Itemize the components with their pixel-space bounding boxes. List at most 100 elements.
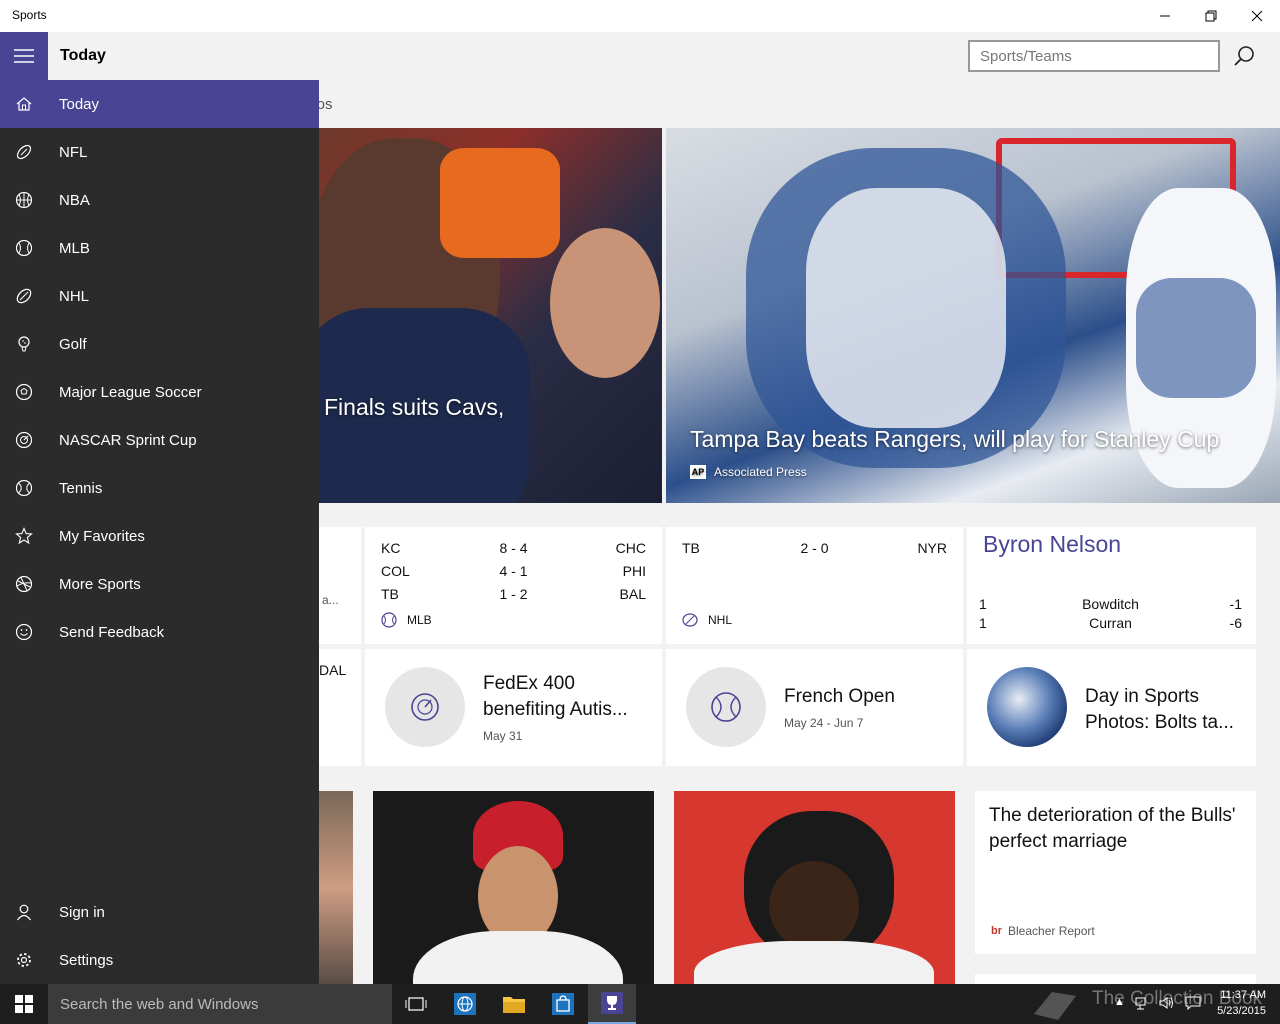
nav-item-more-sports[interactable]: More Sports [0, 560, 319, 608]
nav-item-nascar[interactable]: NASCAR Sprint Cup [0, 416, 319, 464]
close-button[interactable] [1234, 0, 1280, 32]
hero-source: AP Associated Press [690, 465, 807, 479]
soccer-icon [0, 368, 48, 416]
person-icon [0, 888, 48, 936]
player-name: Curran [1089, 615, 1132, 631]
folder-icon [503, 997, 525, 1013]
article-card-bulls[interactable]: The deterioration of the Bulls' perfect … [975, 791, 1256, 954]
score: 2 - 0 [800, 540, 829, 556]
store-icon [552, 993, 574, 1015]
search-input[interactable] [968, 40, 1220, 72]
nav-item-label: Send Feedback [59, 623, 165, 641]
page-title: Today [60, 47, 106, 64]
nav-item-label: Golf [59, 335, 87, 353]
nav-item-label: NBA [59, 191, 90, 209]
hero-source-label: Associated Press [714, 465, 807, 479]
minimize-button[interactable] [1142, 0, 1188, 32]
ap-logo: AP [690, 465, 706, 479]
event-title: Day in Sports Photos: Bolts ta... [1085, 686, 1234, 733]
hamburger-button[interactable] [0, 32, 48, 80]
sports-taskbar-button[interactable] [588, 984, 636, 1024]
clock-date: 5/23/2015 [1217, 1005, 1266, 1017]
article-card-next[interactable] [975, 974, 1256, 984]
nav-item-mls[interactable]: Major League Soccer [0, 368, 319, 416]
leaderboard-row: 1 Bowditch -1 [979, 596, 1242, 616]
star-icon [0, 512, 48, 560]
score-row: TB 1 - 2 BAL [381, 586, 646, 606]
event-card-photos[interactable]: Day in Sports Photos: Bolts ta... [967, 649, 1256, 766]
volume-icon[interactable] [1159, 996, 1175, 1010]
nav-item-label: Major League Soccer [59, 383, 202, 401]
article-source: br Bleacher Report [991, 924, 1095, 938]
nav-item-nba[interactable]: NBA [0, 176, 319, 224]
browser-taskbar-button[interactable] [441, 984, 489, 1024]
event-date: May 24 - Jun 7 [784, 716, 864, 730]
event-title: French Open [784, 686, 895, 707]
baseball-icon [381, 612, 397, 628]
partial-team: DAL [319, 662, 347, 678]
team-away: CHC [615, 540, 646, 556]
nav-item-label: Tennis [59, 479, 103, 497]
score-row: TB 2 - 0 NYR [682, 540, 947, 560]
store-taskbar-button[interactable] [539, 984, 587, 1024]
tennis-icon [0, 464, 48, 512]
windows-logo-icon [15, 995, 33, 1013]
action-center-icon[interactable] [1185, 996, 1201, 1010]
clock[interactable]: 11:37 AM 5/23/2015 [1217, 987, 1266, 1019]
league-name: MLB [407, 613, 432, 627]
clock-time: 11:37 AM [1220, 989, 1266, 1001]
hero-story-right[interactable]: Tampa Bay beats Rangers, will play for S… [666, 128, 1280, 503]
nav-item-favorites[interactable]: My Favorites [0, 512, 319, 560]
nav-item-send-feedback[interactable]: Send Feedback [0, 608, 319, 656]
nav-item-settings[interactable]: Settings [0, 936, 319, 984]
article-photo-falcons[interactable] [674, 791, 955, 984]
hero-story-left[interactable]: Finals suits Cavs, [300, 128, 662, 503]
globe-icon [454, 993, 476, 1015]
event-date: May 31 [483, 729, 523, 743]
nav-item-nhl[interactable]: NHL [0, 272, 319, 320]
player-score: -1 [1229, 596, 1242, 612]
article-title: The deterioration of the Bulls' perfect … [989, 805, 1236, 852]
golf-leaderboard-card[interactable]: Byron Nelson 1 Bowditch -1 1 Curran -6 [967, 527, 1256, 644]
nav-item-golf[interactable]: Golf [0, 320, 319, 368]
leaderboard-row: 1 Curran -6 [979, 615, 1242, 635]
system-tray: ▲ [1114, 996, 1201, 1010]
restore-button[interactable] [1188, 0, 1234, 32]
photo-shape [694, 941, 934, 984]
search-icon [1234, 46, 1254, 66]
nav-item-label: NASCAR Sprint Cup [59, 431, 197, 449]
nav-item-label: Sign in [59, 903, 105, 921]
league-label: MLB [381, 612, 432, 628]
search-button[interactable] [1230, 42, 1258, 70]
score-row: COL 4 - 1 PHI [381, 563, 646, 583]
event-card-fedex[interactable]: FedEx 400 benefiting Autis... May 31 [365, 649, 662, 766]
event-card-french-open[interactable]: French Open May 24 - Jun 7 [666, 649, 963, 766]
nav-item-today[interactable]: Today [0, 80, 319, 128]
score-card-nhl[interactable]: TB 2 - 0 NYR NHL [666, 527, 963, 644]
gear-icon [0, 936, 48, 984]
task-view-button[interactable] [392, 984, 440, 1024]
network-icon[interactable] [1135, 996, 1149, 1010]
nav-item-nfl[interactable]: NFL [0, 128, 319, 176]
hero-headline: Tampa Bay beats Rangers, will play for S… [690, 426, 1220, 452]
team-away: NYR [917, 540, 947, 556]
nav-item-mlb[interactable]: MLB [0, 224, 319, 272]
hero-photo-shape [440, 148, 560, 258]
team-away: BAL [619, 586, 646, 602]
taskbar: Search the web and Windows The Collectio… [0, 984, 1280, 1024]
taskbar-search[interactable]: Search the web and Windows [48, 984, 392, 1024]
navigation-pane: Today Today NFL NBA MLB NHL Golf Major L… [0, 32, 319, 984]
chevron-up-icon[interactable]: ▲ [1114, 996, 1125, 1010]
file-explorer-taskbar-button[interactable] [490, 984, 538, 1024]
nav-item-sign-in[interactable]: Sign in [0, 888, 319, 936]
article-photo-rangers[interactable] [373, 791, 654, 984]
start-button[interactable] [0, 984, 48, 1024]
title-bar: Sports [0, 0, 1280, 32]
score-row: KC 8 - 4 CHC [381, 540, 646, 560]
score-card-mlb[interactable]: KC 8 - 4 CHC COL 4 - 1 PHI TB 1 - 2 BAL … [365, 527, 662, 644]
close-icon [1251, 10, 1263, 22]
player-name: Bowditch [1082, 596, 1139, 612]
book-watermark-icon [1034, 992, 1076, 1020]
nav-item-tennis[interactable]: Tennis [0, 464, 319, 512]
event-title: FedEx 400 benefiting Autis... [483, 673, 628, 720]
